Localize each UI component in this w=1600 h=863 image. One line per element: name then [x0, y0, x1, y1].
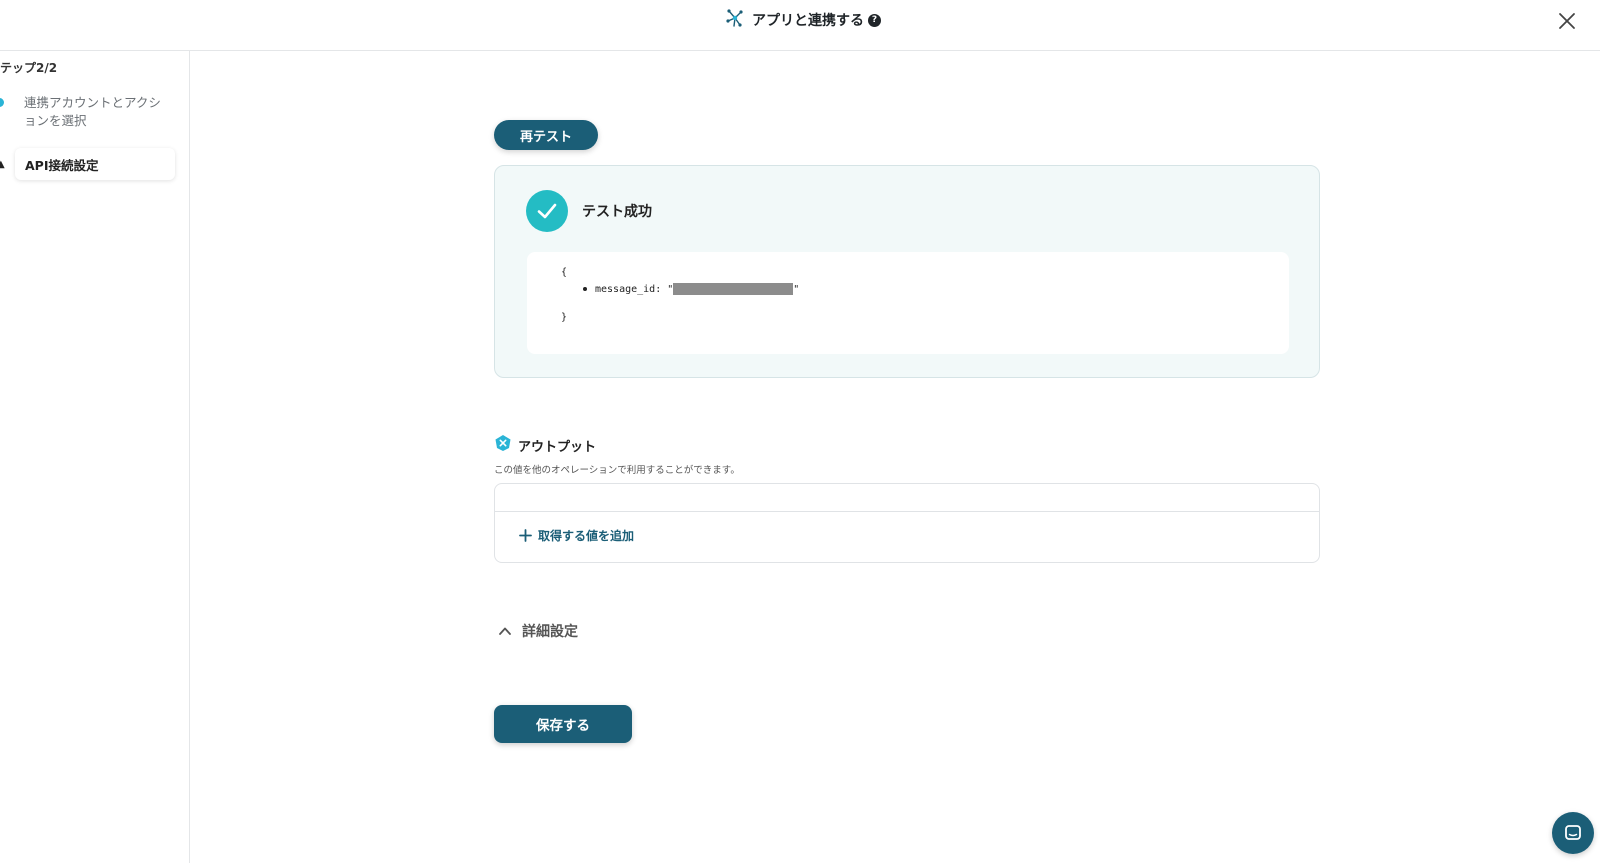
output-header: アウトプット: [494, 434, 596, 456]
check-icon: [526, 190, 568, 232]
active-step-caret-icon: ▲: [0, 159, 5, 170]
retest-button[interactable]: 再テスト: [494, 120, 598, 150]
redacted-value: [673, 283, 794, 295]
json-quote-end: ": [793, 283, 800, 295]
sidebar-item-label: API接続設定: [25, 157, 99, 173]
test-result-panel: テスト成功 { message_id: " " }: [494, 165, 1320, 378]
add-value-label: 取得する値を追加: [538, 529, 635, 543]
sidebar-item-api-settings[interactable]: API接続設定: [15, 148, 175, 180]
advanced-settings-label: 詳細設定: [522, 624, 578, 640]
json-field-message-id: message_id: " ": [583, 283, 799, 295]
json-response: { message_id: " " }: [527, 252, 1289, 354]
json-key: message_id: ": [595, 283, 674, 295]
output-x-icon: [494, 434, 512, 456]
steps-sidebar: テップ2/2 連携アカウントとアクションを選択 ▲ API接続設定: [0, 51, 190, 863]
step-done-dot-icon: [0, 98, 4, 107]
chat-icon: [1565, 825, 1581, 840]
page-title: アプリと連携する: [752, 13, 864, 29]
advanced-settings-toggle[interactable]: 詳細設定: [498, 621, 578, 641]
step-counter: テップ2/2: [0, 61, 58, 75]
modal-header: アプリと連携する ?: [0, 0, 1600, 51]
question-circle-icon[interactable]: ?: [868, 13, 881, 27]
output-title: アウトプット: [518, 439, 597, 455]
bullet-icon: [583, 287, 587, 291]
output-description: この値を他のオペレーションで利用することができます。: [494, 465, 740, 476]
output-list: 取得する値を追加: [494, 483, 1320, 563]
close-icon: [1559, 13, 1575, 29]
save-button[interactable]: 保存する: [494, 705, 632, 743]
add-value-button[interactable]: 取得する値を追加: [519, 527, 634, 544]
json-open-brace: {: [561, 267, 568, 278]
json-close-brace: }: [561, 312, 568, 323]
app-link-icon: [725, 8, 745, 32]
plus-icon: [519, 529, 532, 542]
chevron-up-icon: [499, 627, 511, 635]
chat-support-button[interactable]: [1552, 812, 1594, 854]
close-button[interactable]: [1554, 8, 1580, 34]
test-status: テスト成功: [582, 204, 652, 220]
divider: [495, 511, 1319, 512]
sidebar-item-select-account[interactable]: 連携アカウントとアクションを選択: [24, 94, 164, 130]
header-title-group: アプリと連携する ?: [725, 8, 881, 32]
